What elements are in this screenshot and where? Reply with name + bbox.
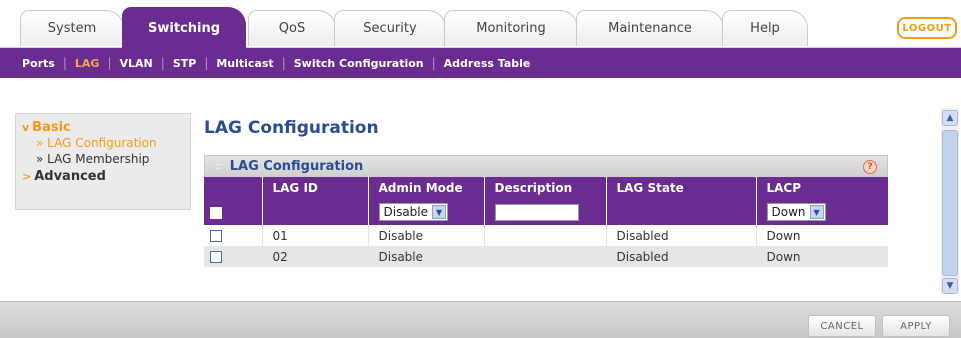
leftnav-item-lag-membership[interactable]: » LAG Membership bbox=[22, 151, 184, 167]
leftnav-group-label: Basic bbox=[32, 120, 71, 135]
column-header-lacp: LACP bbox=[756, 177, 888, 199]
drag-grip-icon: :: bbox=[215, 161, 222, 172]
subnav-separator: | bbox=[107, 56, 112, 70]
edit-row-admin-mode-cell: Disable ▼ bbox=[368, 199, 485, 225]
logout-button[interactable]: LOGOUT bbox=[897, 17, 957, 39]
page-title: LAG Configuration bbox=[204, 118, 379, 138]
subnav-item-switch-configuration[interactable]: Switch Configuration bbox=[294, 57, 424, 70]
lag-id-cell: 01 bbox=[262, 225, 369, 246]
vertical-scrollbar[interactable]: ▲ ▼ bbox=[941, 108, 959, 294]
admin-mode-select-value: Disable bbox=[383, 205, 429, 219]
table-row: 01 Disable Disabled Down bbox=[204, 225, 888, 246]
tab-maintenance[interactable]: Maintenance bbox=[576, 10, 724, 46]
table-edit-row: Disable ▼ Down ▼ bbox=[204, 199, 888, 225]
edit-row-description-cell bbox=[484, 199, 607, 225]
top-navigation-bar: System Switching QoS Security Monitoring… bbox=[0, 0, 961, 48]
lag-configuration-panel: :: LAG Configuration ? LAG ID Admin Mode… bbox=[204, 155, 888, 289]
admin-mode-cell: Disable bbox=[368, 225, 485, 246]
lacp-select-value: Down bbox=[771, 205, 806, 219]
leftnav-group-basic[interactable]: v Basic bbox=[22, 120, 184, 135]
chevron-down-icon[interactable]: ▼ bbox=[432, 205, 447, 219]
lag-configuration-table: LAG ID Admin Mode Description LAG State … bbox=[204, 177, 888, 267]
lag-id-cell: 02 bbox=[262, 246, 369, 267]
description-cell bbox=[484, 246, 607, 267]
description-cell bbox=[484, 225, 607, 246]
tab-qos[interactable]: QoS bbox=[248, 10, 336, 46]
subnav-item-ports[interactable]: Ports bbox=[22, 57, 55, 70]
collapsed-chevron-icon: > bbox=[22, 170, 32, 183]
admin-mode-select[interactable]: Disable ▼ bbox=[378, 203, 449, 221]
subnav-item-vlan[interactable]: VLAN bbox=[120, 57, 153, 70]
column-header-admin-mode: Admin Mode bbox=[368, 177, 485, 199]
leftnav-group-advanced[interactable]: > Advanced bbox=[22, 169, 184, 184]
leftnav-group-label: Advanced bbox=[34, 169, 106, 184]
table-row: 02 Disable Disabled Down bbox=[204, 246, 888, 267]
edit-row-lag-state-cell bbox=[606, 199, 757, 225]
subnav-item-lag[interactable]: LAG bbox=[75, 57, 100, 70]
subnav-item-address-table[interactable]: Address Table bbox=[444, 57, 531, 70]
subnav-separator: | bbox=[431, 56, 436, 70]
row-checkbox[interactable] bbox=[210, 251, 222, 263]
column-header-description: Description bbox=[484, 177, 607, 199]
subnav-separator: | bbox=[160, 56, 165, 70]
column-header-lag-id: LAG ID bbox=[262, 177, 369, 199]
leftnav-item-lag-configuration[interactable]: » LAG Configuration bbox=[22, 135, 184, 151]
chevron-down-icon[interactable]: ▼ bbox=[809, 205, 824, 219]
lag-state-cell: Disabled bbox=[606, 225, 757, 246]
edit-row-lacp-cell: Down ▼ bbox=[756, 199, 888, 225]
lag-state-cell: Disabled bbox=[606, 246, 757, 267]
scroll-down-icon[interactable]: ▼ bbox=[942, 278, 958, 294]
edit-row-select-cell bbox=[204, 199, 263, 225]
tab-help[interactable]: Help bbox=[722, 10, 808, 46]
subnav-separator: | bbox=[62, 56, 67, 70]
lacp-cell: Down bbox=[756, 246, 888, 267]
column-header-lag-state: LAG State bbox=[606, 177, 757, 199]
left-navigation-panel: v Basic » LAG Configuration » LAG Members… bbox=[15, 113, 191, 210]
lacp-cell: Down bbox=[756, 225, 888, 246]
panel-title: LAG Configuration bbox=[229, 159, 364, 174]
sub-navigation-bar: Ports | LAG | VLAN | STP | Multicast | S… bbox=[0, 48, 961, 78]
expanded-chevron-icon: v bbox=[22, 121, 30, 134]
subnav-item-stp[interactable]: STP bbox=[173, 57, 197, 70]
subnav-separator: | bbox=[204, 56, 209, 70]
cancel-button[interactable]: CANCEL bbox=[808, 315, 876, 337]
tab-switching[interactable]: Switching bbox=[122, 7, 246, 48]
help-icon[interactable]: ? bbox=[863, 160, 877, 174]
select-all-checkbox[interactable] bbox=[210, 206, 222, 219]
tab-system[interactable]: System bbox=[20, 10, 124, 46]
tab-security[interactable]: Security bbox=[334, 10, 446, 46]
panel-header: :: LAG Configuration ? bbox=[204, 155, 888, 177]
edit-row-lag-id-cell bbox=[262, 199, 369, 225]
scroll-up-icon[interactable]: ▲ bbox=[942, 110, 958, 126]
subnav-item-multicast[interactable]: Multicast bbox=[216, 57, 273, 70]
scrollbar-thumb[interactable] bbox=[942, 130, 958, 276]
column-header-select bbox=[204, 177, 263, 199]
row-select-cell bbox=[204, 225, 263, 246]
admin-mode-cell: Disable bbox=[368, 246, 485, 267]
lacp-select[interactable]: Down ▼ bbox=[766, 203, 826, 221]
row-checkbox[interactable] bbox=[210, 230, 222, 242]
apply-button[interactable]: APPLY bbox=[882, 315, 950, 337]
tab-monitoring[interactable]: Monitoring bbox=[444, 10, 578, 46]
table-header-row: LAG ID Admin Mode Description LAG State … bbox=[204, 177, 888, 199]
row-select-cell bbox=[204, 246, 263, 267]
subnav-separator: | bbox=[281, 56, 286, 70]
description-input[interactable] bbox=[494, 203, 579, 221]
footer-bar: CANCEL APPLY bbox=[0, 301, 961, 338]
